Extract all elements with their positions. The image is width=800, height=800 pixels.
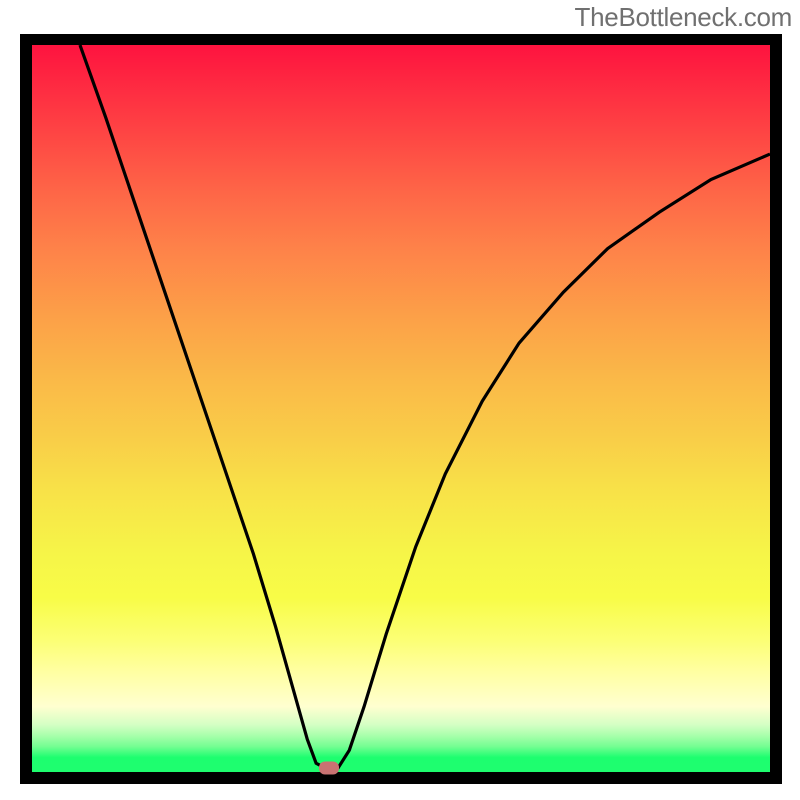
minimum-marker bbox=[319, 762, 339, 775]
plot-area bbox=[32, 45, 770, 772]
chart-curve bbox=[32, 45, 770, 772]
chart-container: TheBottleneck.com bbox=[0, 0, 800, 800]
chart-frame bbox=[20, 34, 782, 784]
watermark-text: TheBottleneck.com bbox=[575, 2, 792, 33]
curve-path bbox=[80, 45, 770, 769]
